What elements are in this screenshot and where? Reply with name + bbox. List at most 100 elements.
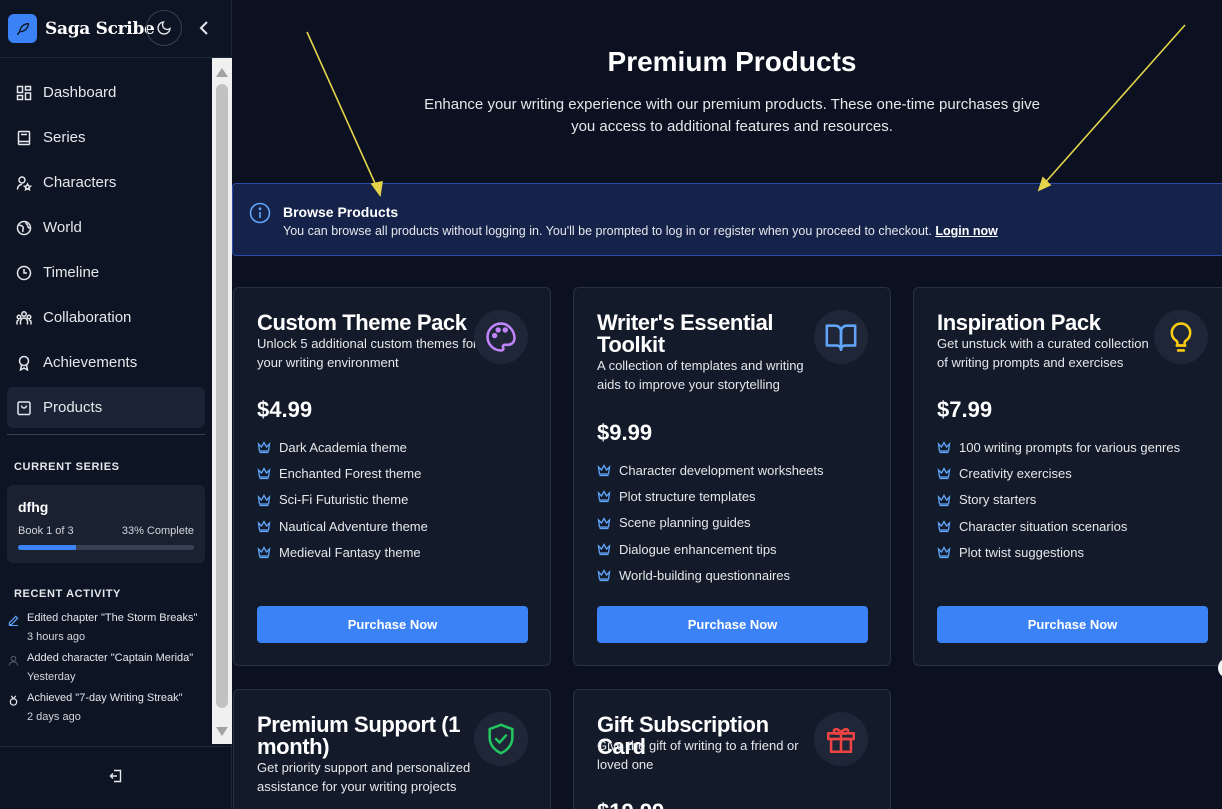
feature-text: Plot structure templates — [619, 488, 756, 504]
dashboard-icon — [16, 85, 32, 100]
page-title: Premium Products — [607, 46, 857, 77]
current-series-card[interactable]: dfhg Book 1 of 3 33% Complete — [7, 485, 205, 563]
nav-item-characters[interactable]: Characters — [7, 162, 205, 203]
series-name: dfhg — [18, 499, 49, 515]
user-star-icon — [16, 175, 32, 191]
feature-list: 100 writing prompts for various genres C… — [937, 434, 1180, 565]
shopping-bag-icon — [17, 400, 31, 415]
product-card: Premium Support (1 month) Get priority s… — [233, 689, 551, 809]
crown-icon — [597, 516, 611, 529]
feature-text: Sci-Fi Futuristic theme — [279, 492, 409, 508]
theme-toggle-button[interactable] — [146, 10, 182, 46]
medal-icon — [9, 695, 18, 706]
feature-text: Plot twist suggestions — [959, 544, 1085, 560]
scrollbar-thumb[interactable] — [216, 84, 228, 708]
feature-item: Character situation scenarios — [937, 513, 1180, 539]
scroll-down-arrow-icon[interactable] — [216, 727, 228, 736]
feature-text: Character situation scenarios — [959, 518, 1128, 534]
crown-icon — [937, 546, 951, 559]
nav-item-series[interactable]: Series — [7, 117, 205, 158]
open-book-icon — [814, 310, 868, 364]
scroll-up-arrow-icon[interactable] — [216, 68, 228, 77]
sidebar: Saga Scribe Dashboard Series Characters … — [0, 0, 232, 809]
feature-text: 100 writing prompts for various genres — [959, 439, 1181, 455]
nav-label: Timeline — [43, 264, 100, 281]
logout-button[interactable] — [109, 769, 123, 788]
activity-time: 2 days ago — [27, 711, 81, 723]
feature-item: Plot structure templates — [597, 483, 824, 509]
product-card: Writer's Essential Toolkit A collection … — [573, 287, 891, 666]
feature-item: Enchanted Forest theme — [257, 460, 428, 486]
nav-item-products[interactable]: Products — [7, 387, 205, 428]
crown-icon — [257, 546, 271, 559]
crown-icon — [597, 569, 611, 582]
info-icon — [249, 202, 271, 224]
book-icon — [17, 130, 31, 145]
feature-item: World-building questionnaires — [597, 562, 824, 588]
product-card: Custom Theme Pack Unlock 5 additional cu… — [233, 287, 551, 666]
crown-icon — [937, 493, 951, 506]
product-price: $19.99 — [597, 799, 664, 809]
feature-text: Dialogue enhancement tips — [619, 541, 777, 557]
feature-item: Sci-Fi Futuristic theme — [257, 487, 428, 513]
product-card: Gift Subscription Card Give the gift of … — [573, 689, 891, 809]
collapse-sidebar-button[interactable] — [196, 18, 212, 38]
crown-icon — [597, 490, 611, 503]
feature-text: Creativity exercises — [959, 465, 1072, 481]
nav-item-world[interactable]: World — [7, 207, 205, 248]
series-progress-fill — [18, 545, 77, 550]
product-description: Get priority support and personalized as… — [257, 760, 471, 794]
purchase-now-button[interactable]: Purchase Now — [257, 606, 528, 643]
nav-item-timeline[interactable]: Timeline — [7, 252, 205, 293]
purchase-now-button[interactable]: Purchase Now — [937, 606, 1208, 643]
recent-activity-list: Edited chapter "The Storm Breaks" 3 hour… — [0, 612, 212, 723]
crown-icon — [937, 520, 951, 533]
browse-info-banner: Browse Products You can browse all produ… — [232, 183, 1222, 256]
series-complete: 33% Complete — [121, 525, 194, 537]
product-title: Premium Support (1 month) — [257, 712, 461, 759]
nav-item-collaboration[interactable]: Collaboration — [7, 297, 205, 338]
globe-icon — [16, 220, 32, 235]
nav-item-dashboard[interactable]: Dashboard — [7, 72, 205, 113]
purchase-now-button[interactable]: Purchase Now — [597, 606, 868, 643]
moon-icon — [157, 21, 171, 35]
feature-text: Dark Academia theme — [279, 439, 407, 455]
feature-item: Creativity exercises — [937, 460, 1180, 486]
activity-time: 3 hours ago — [27, 631, 86, 643]
pencil-icon — [8, 615, 19, 626]
palette-icon — [474, 310, 528, 364]
feature-item: Plot twist suggestions — [937, 539, 1180, 565]
crown-icon — [257, 493, 271, 506]
activity-text: Added character "Captain Merida" — [27, 652, 194, 664]
logout-icon — [109, 769, 122, 782]
user-icon — [8, 655, 19, 666]
gift-icon — [814, 712, 868, 766]
nav-label: World — [43, 219, 82, 236]
product-title: Custom Theme Pack — [257, 310, 467, 335]
nav-label: Series — [43, 129, 86, 146]
activity-item: Edited chapter "The Storm Breaks" 3 hour… — [8, 612, 204, 643]
app-name: Saga Scribe — [45, 18, 155, 39]
feature-text: World-building questionnaires — [619, 567, 791, 583]
feather-icon — [8, 14, 37, 43]
recent-activity-heading: RECENT ACTIVITY — [14, 588, 121, 600]
page-description: Enhance your writing experience with our… — [424, 96, 1040, 135]
chevron-left-icon — [199, 21, 208, 35]
feature-list: Dark Academia theme Enchanted Forest the… — [257, 434, 428, 565]
activity-item: Achieved "7-day Writing Streak" 2 days a… — [8, 692, 204, 723]
product-price: $4.99 — [257, 397, 313, 422]
sidebar-footer — [0, 746, 232, 809]
product-title: Inspiration Pack — [937, 310, 1101, 335]
lightbulb-icon — [1154, 310, 1208, 364]
login-now-link[interactable]: Login now — [935, 224, 997, 238]
feature-text: Nautical Adventure theme — [279, 518, 428, 534]
sidebar-scrollbar[interactable] — [212, 58, 232, 744]
sidebar-scroll-area: Dashboard Series Characters World Timeli… — [0, 58, 212, 744]
feature-item: Nautical Adventure theme — [257, 513, 428, 539]
feature-item: Dialogue enhancement tips — [597, 536, 824, 562]
main-nav: Dashboard Series Characters World Timeli… — [0, 58, 212, 428]
feature-list: Character development worksheets Plot st… — [597, 457, 824, 588]
crown-icon — [257, 520, 271, 533]
users-icon — [16, 310, 32, 324]
nav-item-achievements[interactable]: Achievements — [7, 342, 205, 383]
